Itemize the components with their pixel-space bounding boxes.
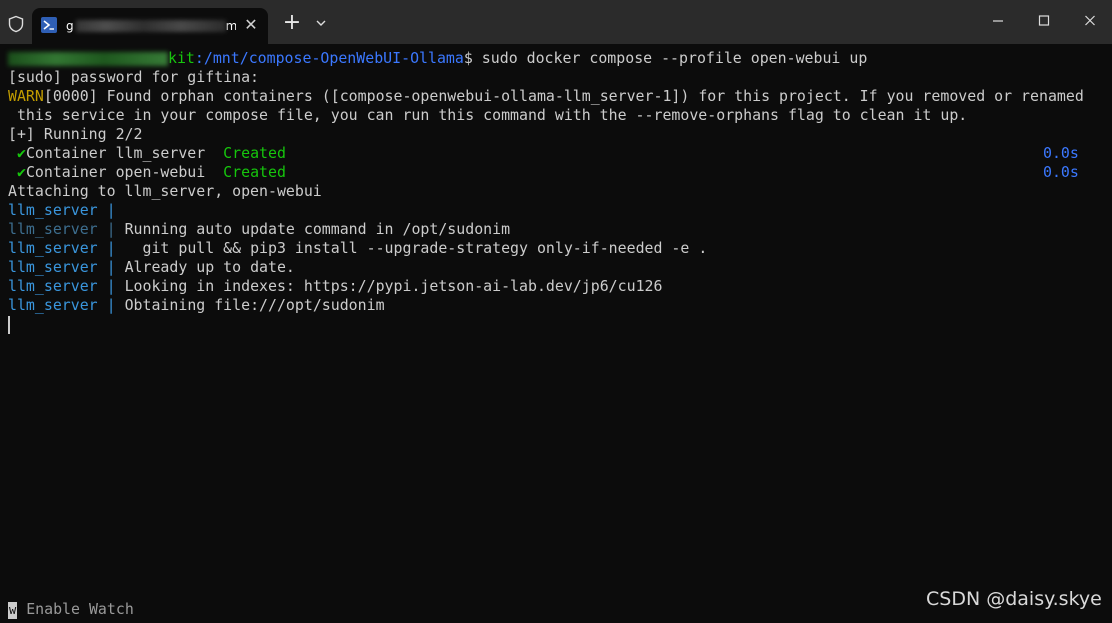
tab-active[interactable]: g m ✕ bbox=[32, 8, 268, 44]
log-separator: | bbox=[97, 296, 125, 314]
log-text: git pull && pip3 install --upgrade-strat… bbox=[124, 239, 708, 257]
log-separator: | bbox=[97, 201, 125, 219]
log-text: Already up to date. bbox=[124, 258, 295, 276]
container-name: Container llm_server bbox=[25, 144, 224, 162]
container-status: Created bbox=[223, 144, 286, 162]
running-line: [+] Running 2/2 bbox=[8, 125, 143, 143]
tab-title-tail: m bbox=[225, 19, 236, 33]
powershell-icon bbox=[41, 17, 57, 33]
prompt-command: sudo docker compose --profile open-webui… bbox=[472, 49, 868, 67]
log-service: llm_server bbox=[8, 277, 98, 295]
check-icon: ✔ bbox=[16, 144, 26, 162]
prompt-path: :/mnt/compose-OpenWebUI-Ollama bbox=[194, 49, 464, 67]
terminal-window: g m ✕ + kit:/mnt/compose-OpenWebUI-Ollama… bbox=[0, 0, 1112, 623]
warn-continued-line: this service in your compose file, you c… bbox=[8, 106, 968, 124]
log-separator: | bbox=[97, 258, 125, 276]
container-line: ✔Container open-webui Created bbox=[8, 163, 286, 182]
log-service: llm_server bbox=[8, 239, 98, 257]
watermark: CSDN @daisy.skye bbox=[926, 588, 1102, 610]
container-duration: 0.0s bbox=[1043, 144, 1079, 162]
chevron-down-icon[interactable] bbox=[312, 14, 330, 32]
tab-close-icon[interactable]: ✕ bbox=[242, 16, 260, 34]
log-line: llm_server | Running auto update command… bbox=[8, 220, 510, 239]
log-separator: | bbox=[97, 239, 125, 257]
tab-title-redaction bbox=[76, 20, 226, 32]
log-service: llm_server bbox=[8, 296, 98, 314]
container-name: Container open-webui bbox=[25, 163, 224, 181]
log-text: Looking in indexes: https://pypi.jetson-… bbox=[124, 277, 663, 295]
check-icon: ✔ bbox=[16, 163, 26, 181]
shield-icon bbox=[8, 15, 24, 33]
watch-hint[interactable]: w Enable Watch bbox=[8, 600, 134, 619]
minimize-icon[interactable] bbox=[986, 10, 1010, 32]
new-tab-button[interactable]: + bbox=[281, 12, 303, 34]
warn-line: WARN[0000] Found orphan containers ([com… bbox=[8, 87, 1084, 106]
log-line: llm_server | Looking in indexes: https:/… bbox=[8, 277, 662, 296]
close-icon[interactable] bbox=[1078, 10, 1102, 32]
terminal-output[interactable]: kit:/mnt/compose-OpenWebUI-Ollama$ sudo … bbox=[0, 44, 1112, 623]
watch-label: Enable Watch bbox=[17, 600, 134, 618]
log-separator: | bbox=[97, 220, 125, 238]
prompt-line: kit:/mnt/compose-OpenWebUI-Ollama$ sudo … bbox=[8, 49, 867, 68]
log-line: llm_server | Obtaining file:///opt/sudon… bbox=[8, 296, 385, 315]
title-bar: g m ✕ + bbox=[0, 0, 1112, 44]
log-service: llm_server bbox=[8, 220, 98, 238]
container-line: ✔Container llm_server Created bbox=[8, 144, 286, 163]
log-service: llm_server bbox=[8, 258, 98, 276]
warn-text: [0000] Found orphan containers ([compose… bbox=[43, 87, 1084, 105]
maximize-icon[interactable] bbox=[1032, 10, 1056, 32]
log-line: llm_server | git pull && pip3 install --… bbox=[8, 239, 707, 258]
prompt-user: kit bbox=[168, 49, 195, 67]
sudo-line: [sudo] password for giftina: bbox=[8, 68, 260, 86]
username-redaction bbox=[8, 52, 168, 66]
log-text: Running auto update command in /opt/sudo… bbox=[124, 220, 511, 238]
prompt-symbol: $ bbox=[463, 49, 473, 67]
watch-key[interactable]: w bbox=[8, 602, 18, 619]
container-duration: 0.0s bbox=[1043, 163, 1079, 181]
log-text: Obtaining file:///opt/sudonim bbox=[124, 296, 385, 314]
warn-label: WARN bbox=[8, 87, 44, 105]
container-status: Created bbox=[223, 163, 286, 181]
text-cursor bbox=[8, 316, 10, 334]
tab-title-head: g bbox=[66, 19, 74, 33]
attaching-line: Attaching to llm_server, open-webui bbox=[8, 182, 322, 200]
log-line: llm_server | Already up to date. bbox=[8, 258, 295, 277]
log-service: llm_server bbox=[8, 201, 98, 219]
log-line: llm_server | bbox=[8, 201, 125, 220]
log-separator: | bbox=[97, 277, 125, 295]
